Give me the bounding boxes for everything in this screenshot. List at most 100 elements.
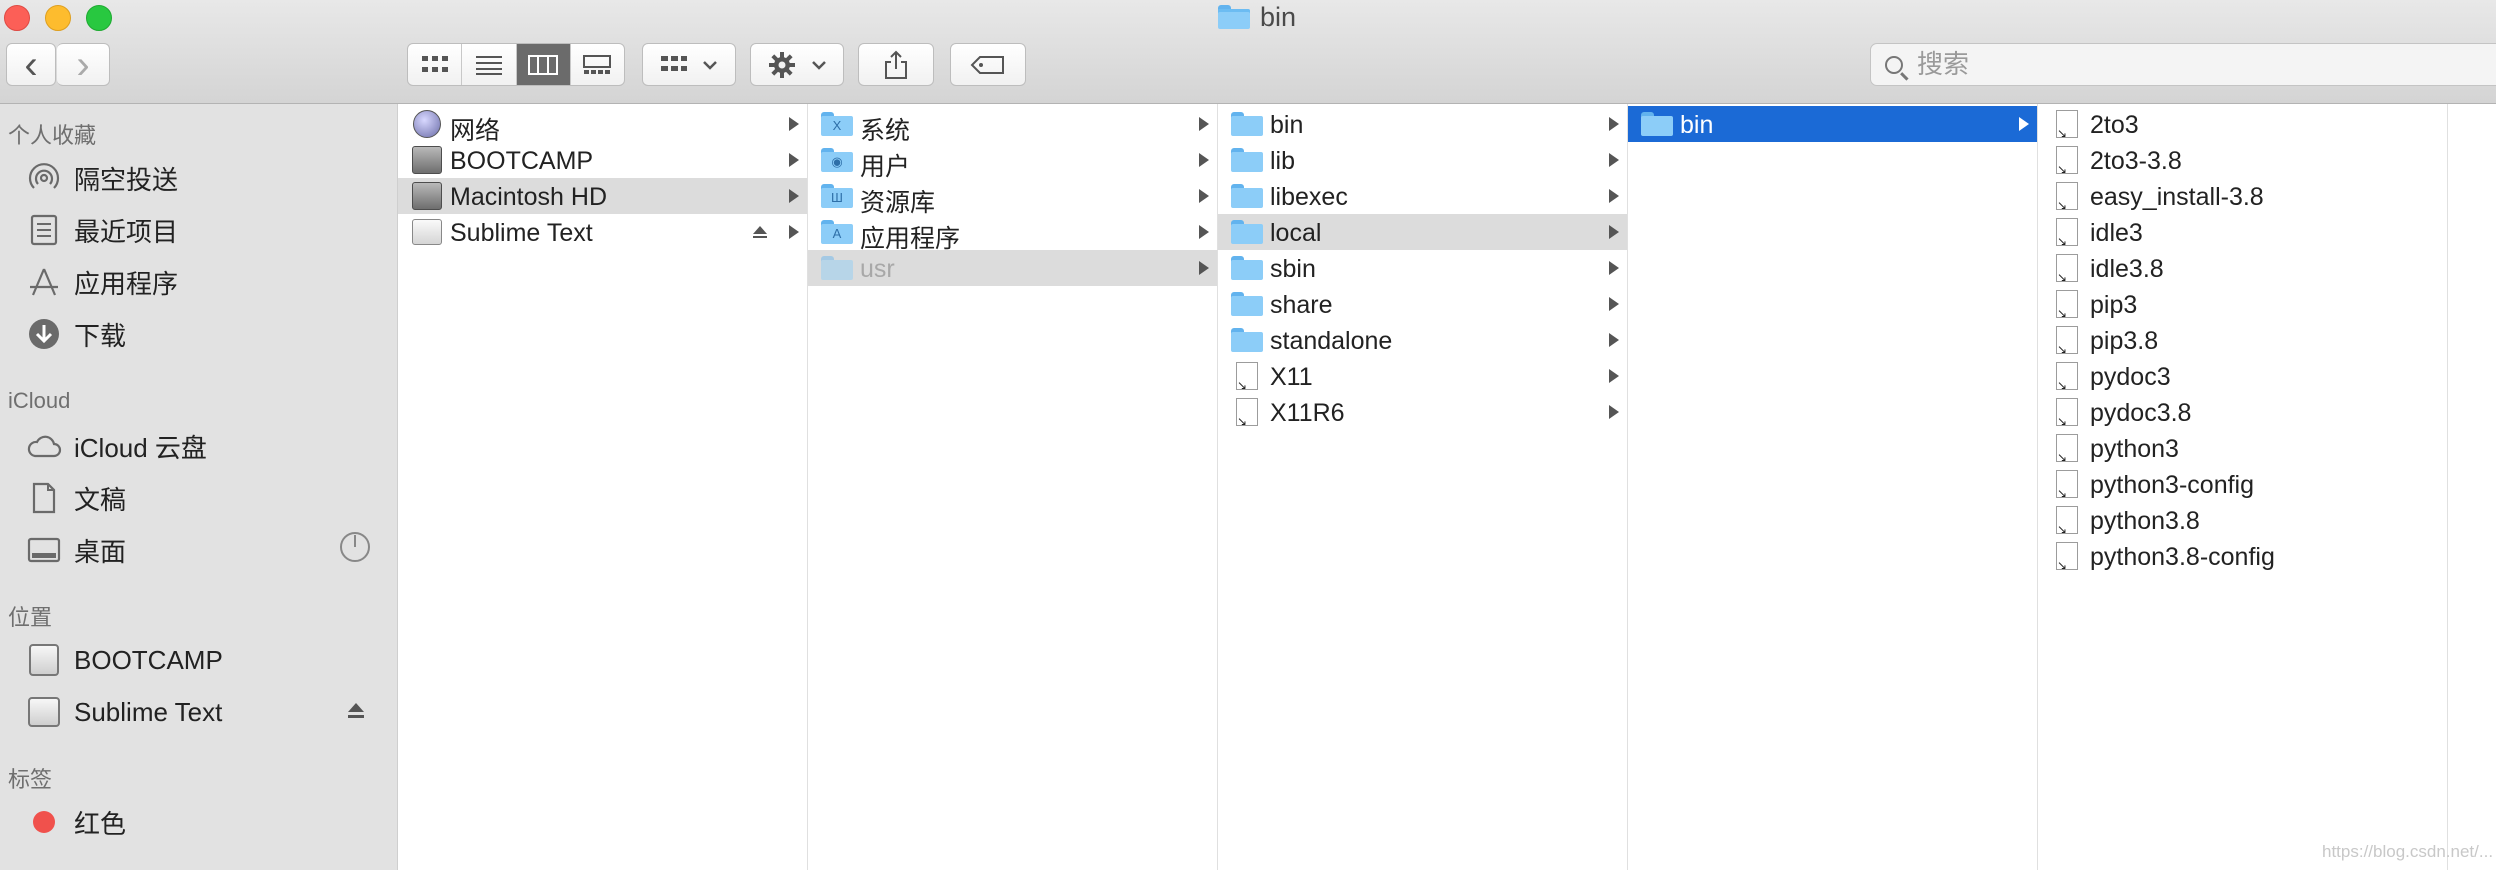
list-item-sbin[interactable]: sbin bbox=[1218, 250, 1627, 286]
alias-file-icon bbox=[2051, 326, 2083, 354]
folder-icon bbox=[1231, 182, 1263, 210]
list-item-applications[interactable]: A 应用程序 bbox=[808, 214, 1217, 253]
list-item-bootcamp[interactable]: BOOTCAMP bbox=[398, 142, 807, 178]
list-item-file[interactable]: idle3 bbox=[2038, 214, 2447, 250]
minimize-button[interactable] bbox=[45, 5, 71, 31]
disk-icon bbox=[26, 642, 62, 678]
back-button[interactable]: ‹ bbox=[6, 43, 56, 86]
tags-button[interactable] bbox=[950, 43, 1026, 86]
folder-icon bbox=[821, 254, 853, 282]
users-folder-icon: ◉ bbox=[821, 146, 853, 174]
applications-icon bbox=[26, 264, 62, 300]
alias-file-icon bbox=[2051, 506, 2083, 534]
group-by-button[interactable] bbox=[642, 43, 736, 86]
list-item-file[interactable]: python3-config bbox=[2038, 466, 2447, 502]
sidebar-item-applications[interactable]: 应用程序 bbox=[26, 260, 178, 304]
sidebar-item-bootcamp[interactable]: BOOTCAMP bbox=[26, 638, 223, 682]
eject-icon[interactable] bbox=[753, 226, 767, 238]
list-icon bbox=[475, 55, 502, 75]
desktop-icon bbox=[26, 532, 62, 568]
list-item-file[interactable]: python3 bbox=[2038, 430, 2447, 466]
list-item-macintosh-hd[interactable]: Macintosh HD bbox=[398, 178, 807, 214]
list-item-x11r6[interactable]: X11R6 bbox=[1218, 394, 1627, 430]
list-item-standalone[interactable]: standalone bbox=[1218, 322, 1627, 358]
share-button[interactable] bbox=[858, 43, 934, 86]
folder-icon bbox=[1231, 146, 1263, 174]
column-view-button[interactable] bbox=[516, 44, 571, 85]
disclosure-arrow-icon bbox=[789, 117, 799, 131]
hard-disk-icon bbox=[411, 182, 443, 210]
disclosure-arrow-icon bbox=[1609, 225, 1619, 239]
close-button[interactable] bbox=[4, 5, 30, 31]
sidebar-item-documents[interactable]: 文稿 bbox=[26, 476, 126, 520]
list-item-file[interactable]: pydoc3.8 bbox=[2038, 394, 2447, 430]
alias-file-icon bbox=[1231, 362, 1263, 390]
gallery-view-button[interactable] bbox=[571, 44, 624, 85]
sidebar-item-desktop[interactable]: 桌面 bbox=[26, 528, 126, 572]
list-item-usr[interactable]: usr bbox=[808, 250, 1217, 286]
folder-icon bbox=[1231, 110, 1263, 138]
eject-icon[interactable] bbox=[348, 703, 364, 718]
alias-file-icon bbox=[2051, 146, 2083, 174]
red-tag-icon bbox=[26, 804, 62, 840]
sidebar-item-airdrop[interactable]: 隔空投送 bbox=[26, 156, 178, 200]
list-item-file[interactable]: idle3.8 bbox=[2038, 250, 2447, 286]
list-item-file[interactable]: easy_install-3.8 bbox=[2038, 178, 2447, 214]
list-item-bin[interactable]: bin bbox=[1218, 106, 1627, 142]
list-item-libexec[interactable]: libexec bbox=[1218, 178, 1627, 214]
disclosure-arrow-icon bbox=[1609, 333, 1619, 347]
disclosure-arrow-icon bbox=[1609, 369, 1619, 383]
sidebar-item-icloud-drive[interactable]: iCloud 云盘 bbox=[26, 424, 207, 468]
sidebar-header-locations: 位置 bbox=[8, 605, 53, 630]
sidebar-item-downloads[interactable]: 下载 bbox=[26, 312, 126, 356]
airdrop-icon bbox=[26, 160, 62, 196]
alias-file-icon bbox=[2051, 362, 2083, 390]
list-item-sublime-text[interactable]: Sublime Text bbox=[398, 214, 807, 250]
list-item-file[interactable]: python3.8 bbox=[2038, 502, 2447, 538]
folder-icon bbox=[1231, 290, 1263, 318]
list-item-file[interactable]: pydoc3 bbox=[2038, 358, 2447, 394]
sidebar-item-label: 下载 bbox=[74, 320, 127, 351]
icon-view-button[interactable] bbox=[408, 44, 463, 85]
sidebar-header-icloud: iCloud bbox=[8, 388, 71, 413]
chevron-down-icon bbox=[812, 60, 826, 70]
list-item-file[interactable]: 2to3-3.8 bbox=[2038, 142, 2447, 178]
list-item-lib[interactable]: lib bbox=[1218, 142, 1627, 178]
disclosure-arrow-icon bbox=[1609, 297, 1619, 311]
list-item-library[interactable]: Ш 资源库 bbox=[808, 178, 1217, 217]
search-field[interactable] bbox=[1870, 43, 2496, 86]
list-item-bin-selected[interactable]: bin bbox=[1628, 106, 2037, 142]
alias-file-icon bbox=[2051, 254, 2083, 282]
list-item-file[interactable]: 2to3 bbox=[2038, 106, 2447, 142]
list-item-file[interactable]: pip3 bbox=[2038, 286, 2447, 322]
list-item-local[interactable]: local bbox=[1218, 214, 1627, 250]
disclosure-arrow-icon bbox=[789, 153, 799, 167]
forward-button[interactable]: › bbox=[57, 43, 110, 86]
list-item-file[interactable]: python3.8-config bbox=[2038, 538, 2447, 574]
list-item-users[interactable]: ◉ 用户 bbox=[808, 142, 1217, 181]
columns-icon bbox=[528, 54, 559, 75]
list-item-share[interactable]: share bbox=[1218, 286, 1627, 322]
alias-file-icon bbox=[2051, 110, 2083, 138]
sidebar-item-recents[interactable]: 最近项目 bbox=[26, 208, 178, 252]
sidebar-item-tag-red[interactable]: 红色 bbox=[26, 800, 126, 844]
sidebar-item-label: 隔空投送 bbox=[74, 164, 179, 195]
chevron-left-icon: ‹ bbox=[24, 42, 38, 87]
list-item-system[interactable]: X 系统 bbox=[808, 106, 1217, 145]
search-input[interactable] bbox=[1915, 48, 2479, 81]
folder-icon bbox=[1641, 110, 1673, 138]
folder-icon bbox=[1231, 218, 1263, 246]
zoom-button[interactable] bbox=[86, 5, 112, 31]
list-item-file[interactable]: pip3.8 bbox=[2038, 322, 2447, 358]
list-item-network[interactable]: 网络 bbox=[398, 106, 807, 145]
sidebar-item-label: 红色 bbox=[74, 808, 127, 839]
disclosure-arrow-icon bbox=[789, 225, 799, 239]
list-view-button[interactable] bbox=[462, 44, 517, 85]
browser-column-1: 网络 BOOTCAMP Macintosh HD Sublime Text bbox=[398, 104, 808, 870]
list-item-x11[interactable]: X11 bbox=[1218, 358, 1627, 394]
disclosure-arrow-icon bbox=[1199, 117, 1209, 131]
alias-file-icon bbox=[1231, 398, 1263, 426]
action-button[interactable] bbox=[750, 43, 844, 86]
sidebar-item-sublime-text[interactable]: Sublime Text bbox=[26, 690, 222, 734]
gallery-icon bbox=[583, 54, 612, 74]
